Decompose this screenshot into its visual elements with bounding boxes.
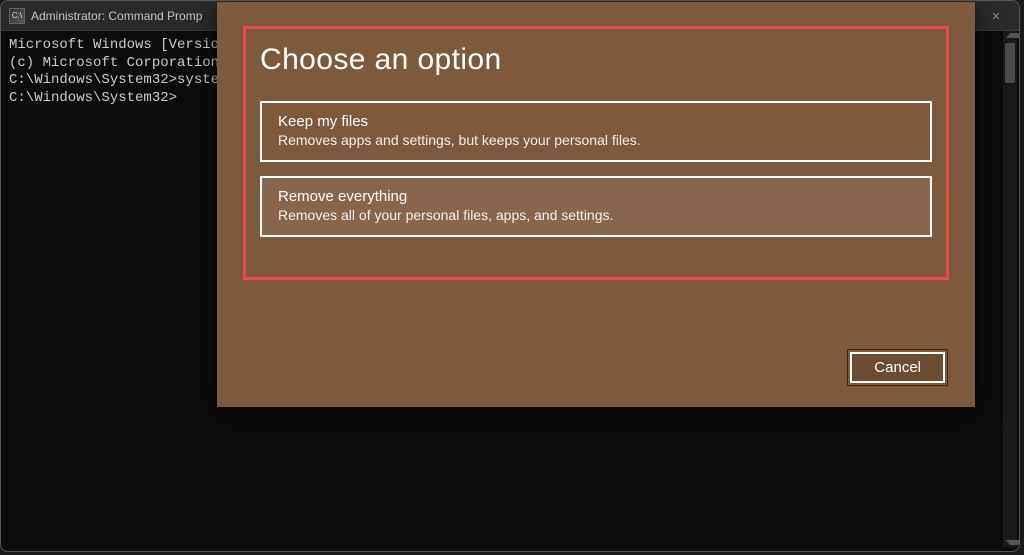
option-description: Removes apps and settings, but keeps you… (278, 132, 914, 148)
cmd-icon: C:\ (9, 8, 25, 24)
option-description: Removes all of your personal files, apps… (278, 207, 914, 223)
scrollbar[interactable] (1003, 31, 1017, 547)
cancel-button[interactable]: Cancel (850, 352, 945, 383)
remove-everything-option[interactable]: Remove everything Removes all of your pe… (260, 176, 932, 237)
option-title: Keep my files (278, 113, 914, 130)
dialog-title: Choose an option (260, 43, 932, 77)
cmd-window: C:\ Administrator: Command Promp ─ □ ✕ M… (0, 0, 1020, 552)
close-button[interactable]: ✕ (973, 1, 1019, 31)
keep-my-files-option[interactable]: Keep my files Removes apps and settings,… (260, 101, 932, 162)
option-title: Remove everything (278, 188, 914, 205)
window-title: Administrator: Command Promp (31, 9, 202, 23)
highlight-annotation: Choose an option Keep my files Removes a… (243, 26, 949, 280)
scrollbar-thumb[interactable] (1005, 43, 1015, 83)
reset-dialog: Choose an option Keep my files Removes a… (217, 2, 975, 407)
